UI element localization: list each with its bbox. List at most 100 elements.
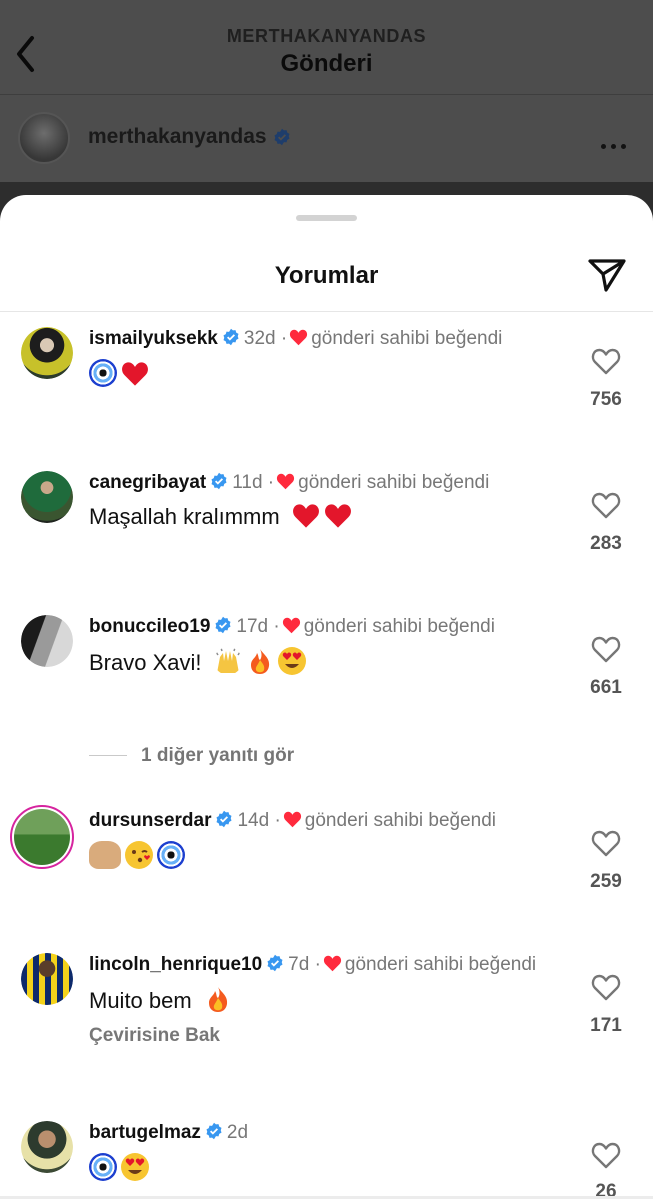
comment-meta: bonuccileo19 17d · gönderi sahibi beğendi xyxy=(89,616,495,637)
comment-body: lincoln_henrique10 7d · gönderi sahibi beğ… xyxy=(89,953,559,1047)
heart-filled-icon xyxy=(290,329,308,346)
heart-eyes-face-icon xyxy=(282,652,301,668)
comment-age: 32d xyxy=(243,328,276,349)
sheet-divider xyxy=(0,311,653,312)
avatar[interactable] xyxy=(21,615,73,667)
red-heart-emoji-icon xyxy=(292,504,319,528)
owner-liked-label: gönderi sahibi beğendi xyxy=(344,954,537,975)
owner-liked-label: gönderi sahibi beğendi xyxy=(303,616,495,637)
comment-username[interactable]: lincoln_henrique10 xyxy=(89,954,262,975)
verified-icon xyxy=(206,1122,222,1140)
post-author-row: merthakanyandas xyxy=(0,100,653,178)
nazar-emoji-icon xyxy=(89,359,117,387)
comment-age: 14d xyxy=(237,810,270,831)
more-options-button[interactable] xyxy=(601,136,631,149)
like-count: 283 xyxy=(590,533,622,554)
red-heart-emoji-icon xyxy=(122,362,148,386)
comment-text-content: Bravo Xavi! xyxy=(89,650,202,675)
owner-liked-label: gönderi sahibi beğendi xyxy=(311,328,503,349)
dot-icon xyxy=(611,144,616,149)
comment-username[interactable]: ismailyuksekk xyxy=(89,328,218,349)
verified-icon xyxy=(215,616,231,634)
avatar[interactable] xyxy=(10,805,74,869)
avatar[interactable] xyxy=(21,1121,73,1173)
raised-hands-emoji-icon xyxy=(215,647,241,673)
fire-emoji-icon xyxy=(250,649,269,674)
top-bar: MERTHAKANYANDAS Gönderi xyxy=(0,0,653,94)
comment-meta: ismailyuksekk 32d · gönderi sahibi beğendi xyxy=(89,328,503,349)
like-count: 661 xyxy=(590,677,622,698)
comment-username[interactable]: bartugelmaz xyxy=(89,1122,201,1143)
comment-username[interactable]: dursunserdar xyxy=(89,810,211,831)
owner-liked-label: gönderi sahibi beğendi xyxy=(298,472,490,493)
heart-eyes-emoji-icon xyxy=(277,647,306,675)
comment-body: bartugelmaz 2d xyxy=(89,1121,559,1183)
divider xyxy=(0,94,653,95)
heart-eyes-emoji-icon xyxy=(121,1153,149,1181)
heart-filled-icon xyxy=(283,811,301,828)
nazar-emoji-icon xyxy=(157,841,185,869)
verified-icon xyxy=(274,129,290,146)
reply-divider xyxy=(89,755,127,757)
avatar[interactable] xyxy=(21,327,73,379)
avatar[interactable] xyxy=(21,953,73,1005)
comment-meta: dursunserdar 14d · gönderi sahibi beğendi xyxy=(89,810,497,831)
like-heart-icon[interactable] xyxy=(591,347,621,375)
comment-text: Bravo Xavi! xyxy=(89,647,559,677)
comment-text xyxy=(89,841,559,871)
comment-body: ismailyuksekk 32d · gönderi sahibi beğendi xyxy=(89,327,559,389)
verified-icon xyxy=(216,810,232,828)
comment-text-content: Maşallah kralımmm xyxy=(89,504,280,529)
avatar[interactable] xyxy=(18,112,70,164)
like-heart-icon[interactable] xyxy=(591,973,621,1001)
like-heart-icon[interactable] xyxy=(591,829,621,857)
like-heart-icon[interactable] xyxy=(591,491,621,519)
fire-emoji-icon xyxy=(208,987,227,1012)
sheet-title: Yorumlar xyxy=(274,262,379,289)
like-heart-icon[interactable] xyxy=(591,1141,621,1169)
comment-text: Maşallah kralımmm xyxy=(89,503,559,531)
comment-age: 2d xyxy=(226,1122,249,1143)
view-more-replies-button[interactable]: 1 diğer yanıtı gör xyxy=(89,745,294,767)
comment-meta: lincoln_henrique10 7d · gönderi sahibi beğ… xyxy=(89,954,537,975)
comment-meta: bartugelmaz 2d xyxy=(89,1121,559,1144)
verified-icon xyxy=(223,328,239,346)
comment-text: Muito bem xyxy=(89,985,559,1015)
comment-body: canegribayat 11d · gönderi sahibi beğendi … xyxy=(89,471,559,531)
comment-age: 7d xyxy=(288,954,310,975)
like-count: 756 xyxy=(590,389,622,410)
share-button[interactable] xyxy=(587,255,627,295)
kiss-face-icon xyxy=(132,850,150,863)
post-author-username[interactable]: merthakanyandas xyxy=(88,125,267,148)
send-icon xyxy=(588,259,626,292)
dot-icon xyxy=(601,144,606,149)
comment-text xyxy=(89,359,559,389)
like-count: 259 xyxy=(590,871,622,892)
post-author-name[interactable]: merthakanyandas xyxy=(88,125,291,149)
page-subtitle: MERTHAKANYANDAS xyxy=(226,26,427,46)
palms-up-emoji-icon xyxy=(89,841,121,869)
comment-body: bonuccileo19 17d · gönderi sahibi beğendi … xyxy=(89,615,559,677)
comments-sheet: Yorumlar ismailyuksekk 32d · gönderi sahib… xyxy=(0,195,653,1199)
drag-handle[interactable] xyxy=(296,215,357,221)
verified-icon xyxy=(211,472,227,490)
heart-filled-icon xyxy=(277,473,295,490)
comment-body: dursunserdar 14d · gönderi sahibi beğendi xyxy=(89,809,559,871)
red-heart-emoji-icon xyxy=(324,504,351,528)
like-heart-icon[interactable] xyxy=(591,635,621,663)
dot-icon xyxy=(621,144,626,149)
comment-text-content: Muito bem xyxy=(89,988,192,1013)
see-translation-link[interactable]: Çevirisine Bak xyxy=(89,1025,559,1047)
comment-username[interactable]: bonuccileo19 xyxy=(89,616,210,637)
heart-eyes-face-icon xyxy=(125,1158,145,1174)
owner-liked-label: gönderi sahibi beğendi xyxy=(304,810,497,831)
page-title: Gönderi xyxy=(280,50,373,77)
nazar-emoji-icon xyxy=(89,1153,117,1181)
comment-meta: canegribayat 11d · gönderi sahibi beğendi xyxy=(89,472,490,493)
heart-filled-icon xyxy=(282,617,300,634)
avatar[interactable] xyxy=(21,471,73,523)
comment-text xyxy=(89,1153,559,1183)
like-count: 171 xyxy=(590,1015,622,1036)
comment-username[interactable]: canegribayat xyxy=(89,472,206,493)
comment-age: 11d xyxy=(232,472,263,493)
